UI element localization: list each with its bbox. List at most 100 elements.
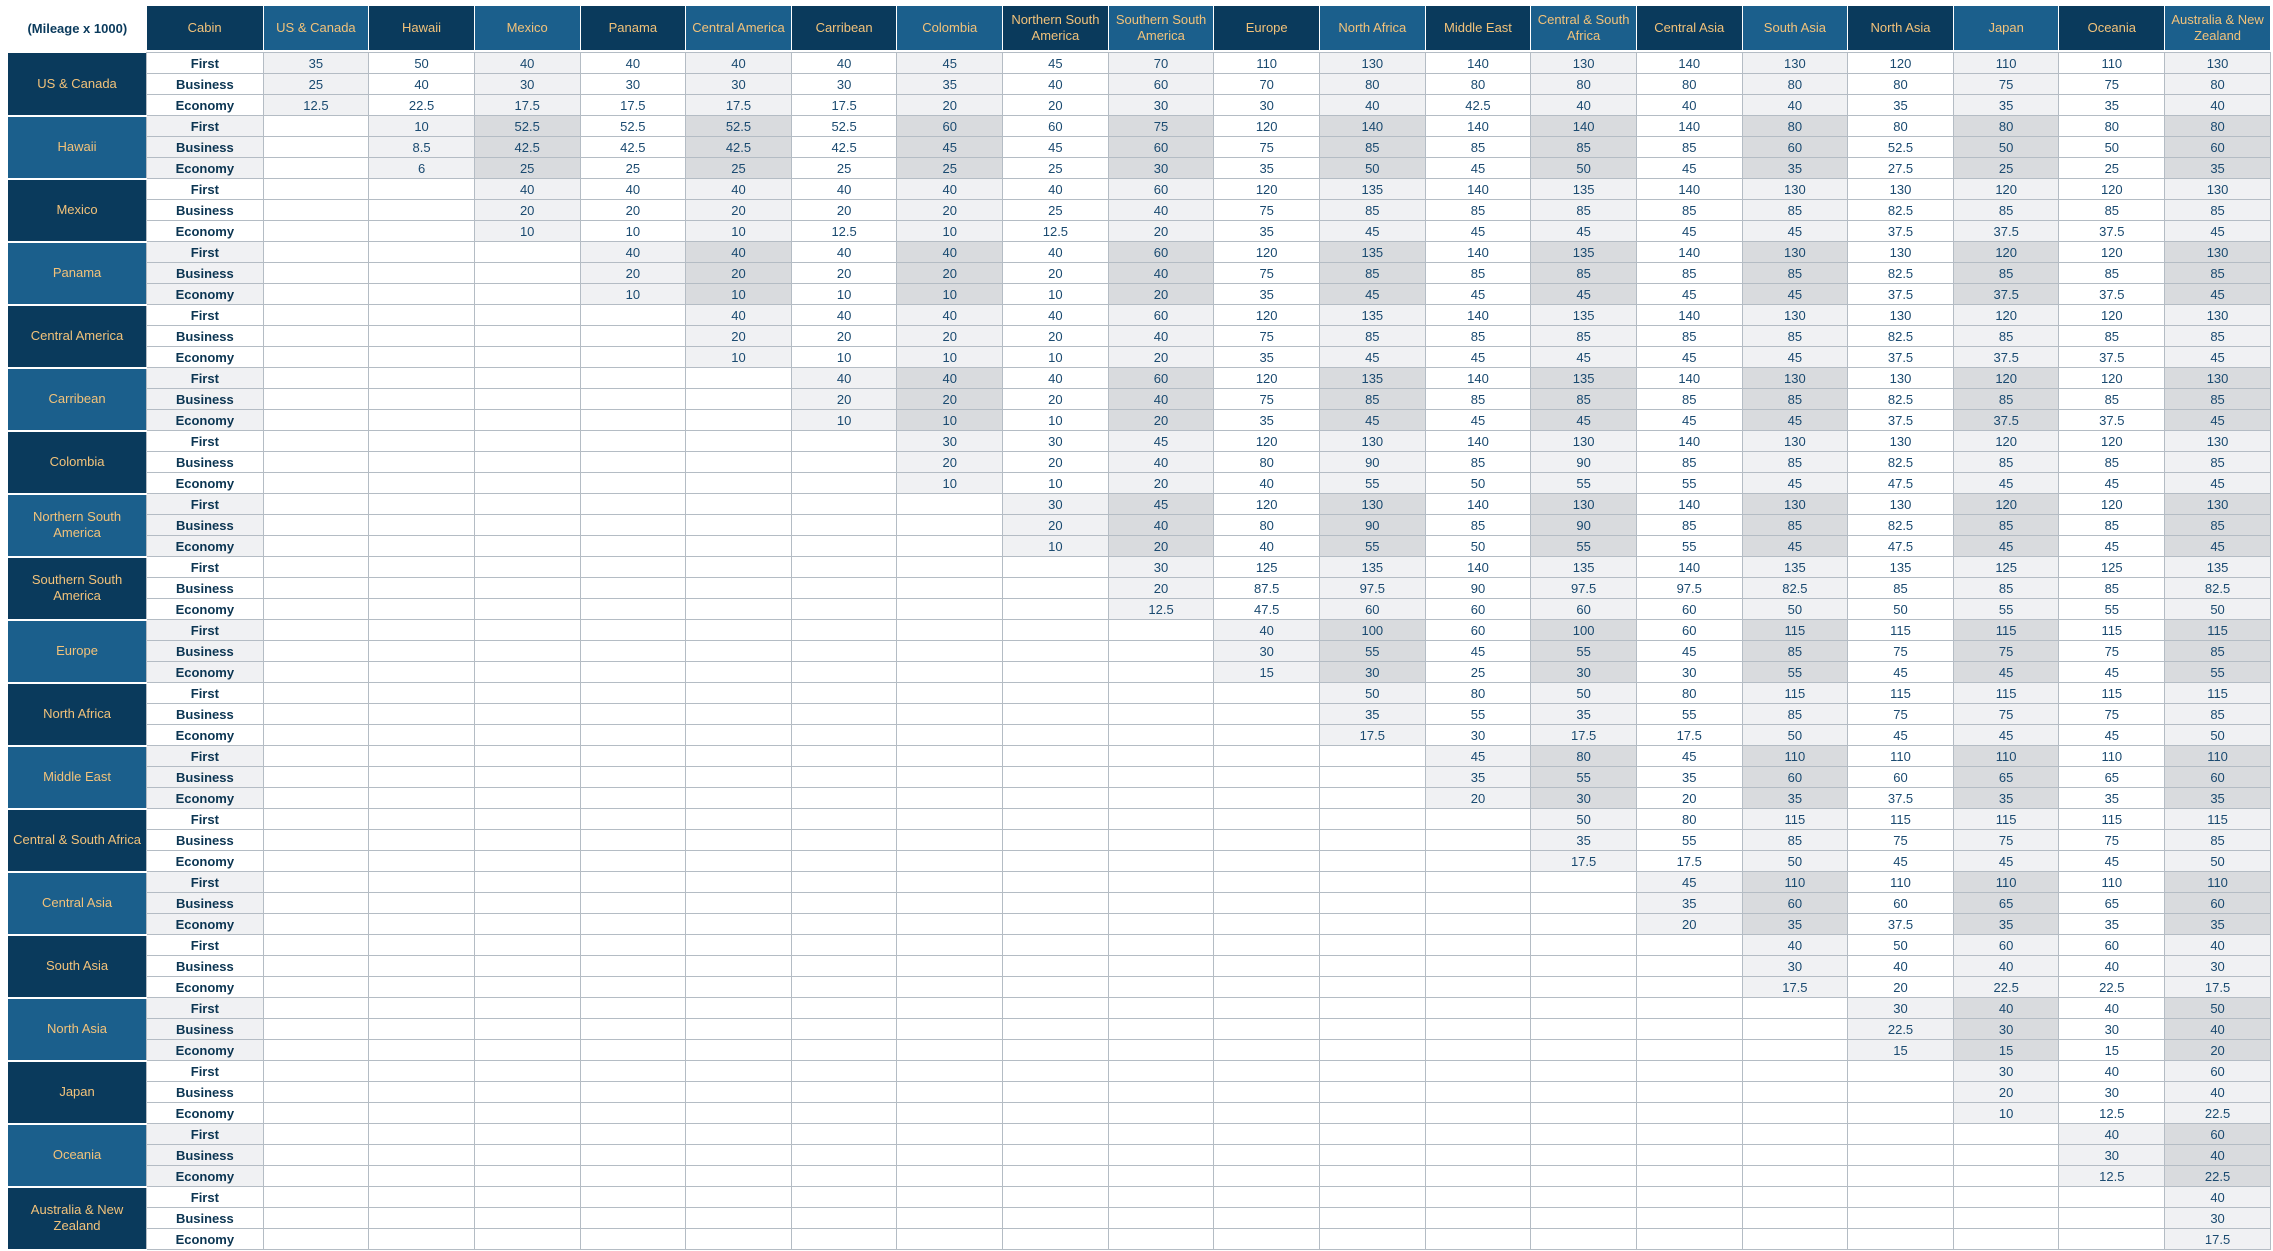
mileage-cell: 20 — [1847, 976, 1954, 998]
mileage-cell: 17.5 — [1319, 724, 1426, 746]
mileage-cell — [368, 472, 475, 494]
mileage-cell: 20 — [1952, 1081, 2060, 1103]
mileage-cell: 85 — [1741, 514, 1849, 536]
mileage-cell — [1213, 871, 1320, 893]
mileage-cell: 55 — [1530, 766, 1637, 788]
mileage-cell: 55 — [1319, 535, 1426, 557]
mileage-cell: 85 — [1741, 325, 1849, 347]
mileage-cell — [896, 493, 1004, 515]
mileage-cell — [262, 640, 370, 662]
mileage-cell: 40 — [1107, 325, 1215, 347]
mileage-cell — [473, 724, 581, 746]
cabin-label: Economy — [146, 1039, 264, 1061]
mileage-cell: 85 — [2164, 262, 2271, 284]
mileage-cell: 30 — [1847, 997, 1954, 1019]
mileage-cell — [579, 1081, 687, 1103]
table-row: Economy 17.5 30 17.5 17.5 50 45 45 45 50 — [8, 724, 2271, 746]
cabin-label: Business — [146, 136, 264, 158]
mileage-cell — [1319, 1144, 1426, 1166]
mileage-cell: 20 — [579, 262, 687, 284]
cabin-label: Business — [146, 703, 264, 725]
mileage-cell — [579, 409, 687, 431]
mileage-cell: 50 — [1319, 682, 1426, 704]
mileage-cell — [1847, 1165, 1954, 1187]
mileage-cell — [579, 682, 687, 704]
mileage-cell — [1319, 871, 1426, 893]
mileage-cell — [790, 955, 898, 977]
mileage-cell — [896, 745, 1004, 767]
mileage-cell — [1319, 1186, 1426, 1208]
mileage-cell: 45 — [1635, 745, 1743, 767]
mileage-cell: 6 — [368, 157, 475, 179]
mileage-cell — [896, 871, 1004, 893]
mileage-cell: 20 — [1002, 262, 1109, 284]
mileage-cell: 80 — [1847, 115, 1954, 137]
mileage-cell: 120 — [2058, 430, 2166, 452]
mileage-cell: 110 — [1847, 871, 1954, 893]
table-row: Business 20 40 80 90 85 90 85 85 82.5 85 85 85 — [8, 514, 2271, 536]
mileage-cell — [1213, 808, 1320, 830]
mileage-cell — [1424, 1081, 1532, 1103]
mileage-cell: 20 — [1107, 220, 1215, 242]
mileage-cell — [473, 472, 581, 494]
mileage-cell: 35 — [1530, 829, 1637, 851]
mileage-cell: 45 — [1635, 283, 1743, 305]
cabin-label: First — [146, 1186, 264, 1208]
mileage-cell: 115 — [2164, 682, 2271, 704]
mileage-cell: 87.5 — [1213, 577, 1320, 599]
mileage-cell: 85 — [1952, 325, 2060, 347]
mileage-cell: 10 — [368, 115, 475, 137]
mileage-cell: 85 — [1952, 262, 2060, 284]
mileage-cell: 40 — [579, 178, 687, 200]
mileage-cell: 85 — [2058, 388, 2166, 410]
mileage-cell: 60 — [1107, 136, 1215, 158]
table-row: Economy 10 10 20 40 55 50 55 55 45 47.5 45 45 45 — [8, 472, 2271, 494]
mileage-cell: 40 — [1952, 955, 2060, 977]
mileage-cell — [473, 556, 581, 578]
mileage-cell — [1530, 1081, 1637, 1103]
mileage-cell — [1424, 1186, 1532, 1208]
mileage-cell: 40 — [1002, 178, 1109, 200]
mileage-cell: 120 — [2058, 241, 2166, 263]
mileage-cell: 37.5 — [2058, 409, 2166, 431]
mileage-cell — [685, 766, 792, 788]
mileage-cell: 82.5 — [1847, 199, 1954, 221]
cabin-label: Economy — [146, 976, 264, 998]
mileage-cell — [1847, 1081, 1954, 1103]
mileage-cell: 40 — [2164, 934, 2271, 956]
mileage-cell — [1213, 724, 1320, 746]
mileage-cell: 40 — [685, 304, 792, 326]
mileage-cell — [1213, 766, 1320, 788]
mileage-cell: 42.5 — [790, 136, 898, 158]
mileage-cell — [896, 1081, 1004, 1103]
mileage-cell — [1530, 1186, 1637, 1208]
mileage-cell — [685, 1039, 792, 1061]
mileage-cell: 40 — [1952, 997, 2060, 1019]
mileage-cell: 40 — [1319, 94, 1426, 116]
mileage-cell — [1635, 1102, 1743, 1124]
mileage-cell: 27.5 — [1847, 157, 1954, 179]
mileage-cell: 10 — [896, 220, 1004, 242]
mileage-cell — [896, 1144, 1004, 1166]
mileage-cell: 115 — [1847, 808, 1954, 830]
mileage-cell: 85 — [2164, 829, 2271, 851]
mileage-cell — [1002, 619, 1109, 641]
table-row: Business 20 20 20 20 40 75 85 85 85 85 85 82.5 85 85 85 — [8, 325, 2271, 347]
mileage-cell: 40 — [1213, 472, 1320, 494]
cabin-label: First — [146, 871, 264, 893]
mileage-cell — [473, 619, 581, 641]
mileage-cell: 60 — [1002, 115, 1109, 137]
mileage-cell — [368, 283, 475, 305]
mileage-cell — [1635, 997, 1743, 1019]
mileage-cell: 40 — [790, 52, 898, 74]
mileage-cell: 85 — [2058, 451, 2166, 473]
mileage-cell: 130 — [1530, 493, 1637, 515]
mileage-cell — [579, 1228, 687, 1250]
mileage-cell — [685, 913, 792, 935]
mileage-cell — [685, 661, 792, 683]
mileage-cell — [1319, 829, 1426, 851]
mileage-cell — [473, 829, 581, 851]
mileage-cell: 45 — [1741, 283, 1849, 305]
mileage-cell: 17.5 — [579, 94, 687, 116]
mileage-cell: 45 — [1530, 346, 1637, 368]
